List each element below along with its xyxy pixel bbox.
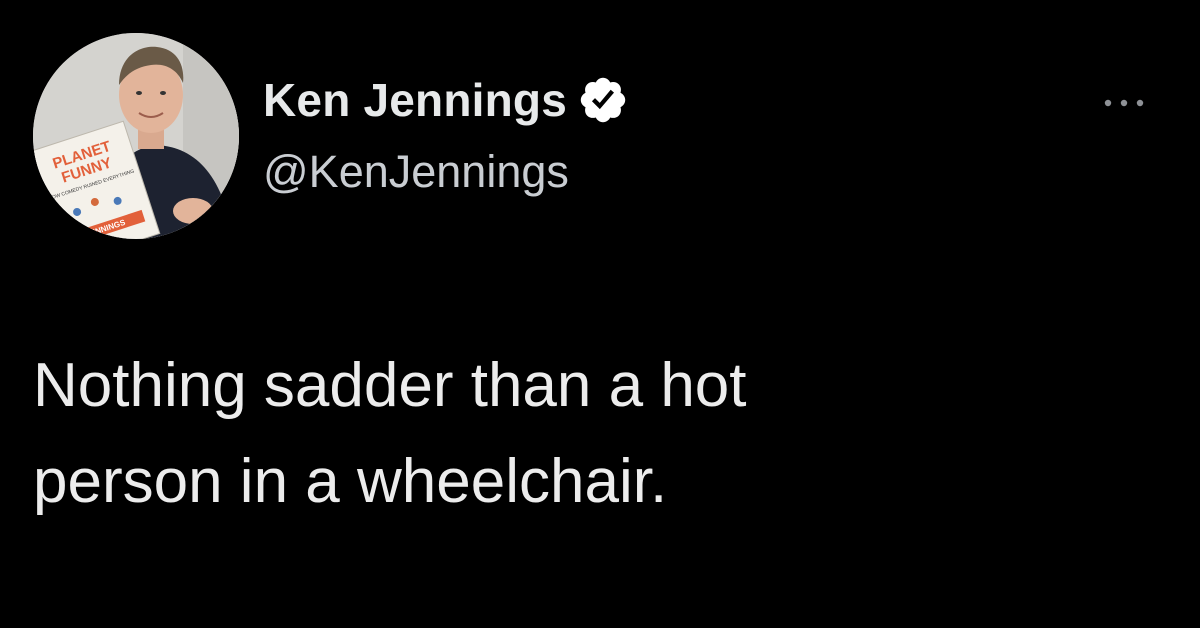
avatar-photo: PLANET FUNNY HOW COMEDY RUINED EVERYTHIN…: [33, 33, 239, 239]
more-options-button[interactable]: [1094, 88, 1154, 118]
tweet-text-line: Nothing sadder than a hot: [33, 351, 747, 420]
verified-check-badge-icon: [580, 77, 626, 123]
tweet-card: PLANET FUNNY HOW COMEDY RUINED EVERYTHIN…: [0, 0, 1200, 628]
more-horizontal-icon: [1104, 99, 1144, 107]
tweet-text: Nothing sadder than a hot person in a wh…: [33, 338, 1133, 530]
author-display-name[interactable]: Ken Jennings: [263, 73, 567, 127]
author-handle[interactable]: @KenJennings: [263, 146, 569, 198]
author-name-row: Ken Jennings: [263, 72, 629, 128]
avatar[interactable]: PLANET FUNNY HOW COMEDY RUINED EVERYTHIN…: [33, 33, 239, 239]
tweet-text-line: person in a wheelchair.: [33, 447, 668, 516]
